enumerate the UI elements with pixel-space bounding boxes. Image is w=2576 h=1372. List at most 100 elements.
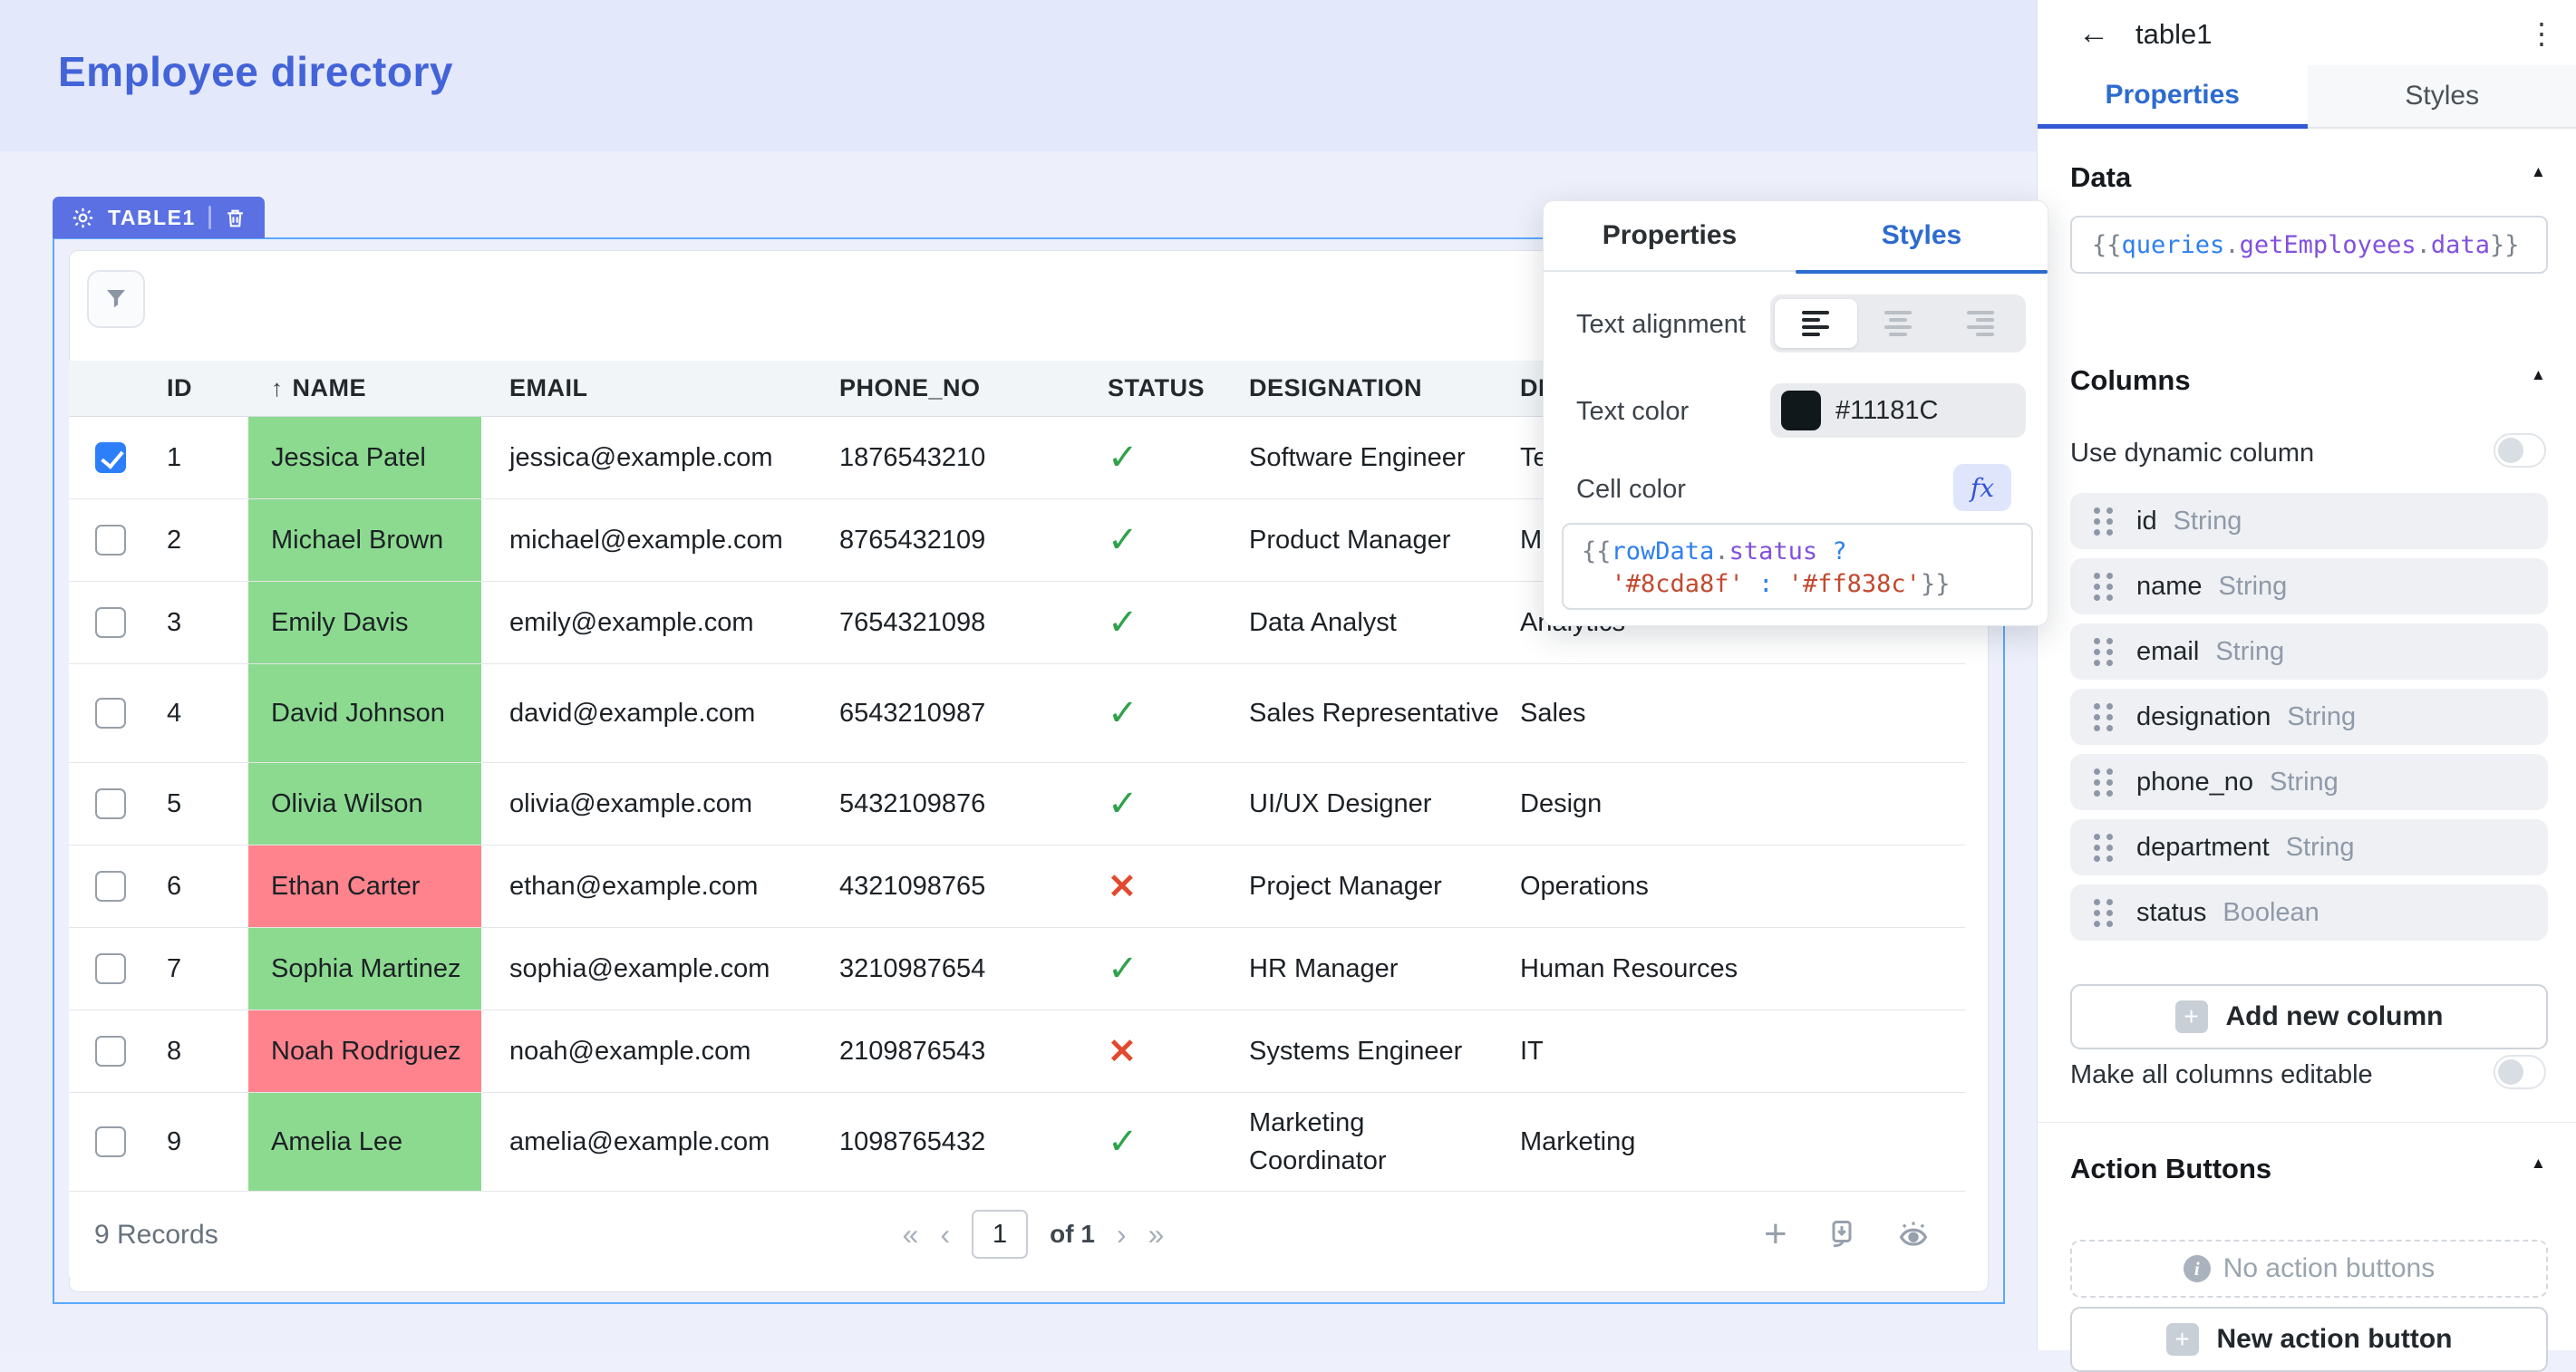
row-checkbox[interactable] xyxy=(95,525,126,556)
row-checkbox[interactable] xyxy=(95,953,126,984)
cell-phone-no: 1098765432 xyxy=(816,1093,1079,1192)
drag-handle-icon[interactable] xyxy=(2094,768,2100,775)
column-pill-type: String xyxy=(2219,572,2288,602)
next-page-button[interactable]: › xyxy=(1117,1218,1127,1251)
active-tab-underline xyxy=(1796,270,2048,274)
cell-status: ✓ xyxy=(1079,928,1224,1010)
info-icon: i xyxy=(2184,1255,2211,1282)
first-page-button[interactable]: « xyxy=(903,1218,919,1251)
filter-button[interactable] xyxy=(87,270,145,328)
column-pill-department[interactable]: departmentString xyxy=(2070,819,2548,875)
column-pill-status[interactable]: statusBoolean xyxy=(2070,884,2548,941)
plus-icon: + xyxy=(2175,1000,2208,1033)
action-buttons-collapse-icon[interactable]: ▲ xyxy=(2531,1155,2546,1173)
column-header-designation[interactable]: DESIGNATION xyxy=(1224,361,1505,417)
use-dynamic-column-toggle[interactable] xyxy=(2494,433,2546,468)
cell-status: ✕ xyxy=(1079,1010,1224,1093)
fx-button[interactable]: fx xyxy=(1953,464,2011,511)
row-checkbox[interactable] xyxy=(95,442,126,473)
editable-columns-label: Make all columns editable xyxy=(2070,1060,2373,1090)
new-action-button[interactable]: + New action button xyxy=(2070,1307,2548,1372)
prev-page-button[interactable]: ‹ xyxy=(940,1218,950,1251)
gear-icon[interactable] xyxy=(71,206,95,230)
row-checkbox[interactable] xyxy=(95,698,126,729)
kebab-menu-icon[interactable]: ⋮ xyxy=(2527,16,2556,51)
drag-handle-icon[interactable] xyxy=(2094,638,2100,644)
action-buttons-section-title[interactable]: Action Buttons xyxy=(2070,1153,2271,1185)
drag-handle-icon[interactable] xyxy=(2094,899,2100,905)
eye-icon[interactable] xyxy=(1896,1217,1931,1251)
row-checkbox[interactable] xyxy=(95,607,126,638)
row-checkbox[interactable] xyxy=(95,1126,126,1157)
cell-id: 8 xyxy=(152,1010,248,1093)
trash-icon[interactable] xyxy=(224,207,247,229)
align-right-button[interactable] xyxy=(1939,299,2021,348)
cell-designation: Sales Representative xyxy=(1224,664,1505,763)
cell-name: Jessica Patel xyxy=(248,417,481,499)
popover-tab-styles[interactable]: Styles xyxy=(1796,201,2048,270)
column-pill-type: String xyxy=(2270,768,2339,797)
filter-icon xyxy=(102,285,130,313)
column-pill-id[interactable]: idString xyxy=(2070,493,2548,549)
text-alignment-label: Text alignment xyxy=(1576,310,1746,340)
cell-id: 7 xyxy=(152,928,248,1010)
cell-phone-no: 5432109876 xyxy=(816,763,1079,845)
cell-email: ethan@example.com xyxy=(481,845,816,928)
pane-tab-properties[interactable]: Properties xyxy=(2038,65,2308,129)
columns-section-title[interactable]: Columns xyxy=(2070,364,2191,397)
check-icon: ✓ xyxy=(1108,692,1138,734)
text-color-label: Text color xyxy=(1576,397,1689,427)
cell-email: michael@example.com xyxy=(481,499,816,582)
column-pill-email[interactable]: emailString xyxy=(2070,623,2548,680)
records-count: 9 Records xyxy=(94,1220,218,1251)
cell-email: david@example.com xyxy=(481,664,816,763)
page-input[interactable] xyxy=(972,1210,1028,1259)
columns-collapse-icon[interactable]: ▲ xyxy=(2531,366,2546,384)
data-section-title[interactable]: Data xyxy=(2070,161,2131,194)
download-button[interactable] xyxy=(1825,1218,1858,1251)
text-color-swatch[interactable] xyxy=(1781,391,1821,430)
cell-email: olivia@example.com xyxy=(481,763,816,845)
column-pill-name: department xyxy=(2136,833,2270,863)
column-pill-phone_no[interactable]: phone_noString xyxy=(2070,754,2548,810)
row-checkbox[interactable] xyxy=(95,788,126,819)
column-header-phone_no[interactable]: PHONE_NO xyxy=(816,361,1079,417)
data-binding-input[interactable]: {{queries.getEmployees.data}} xyxy=(2070,216,2548,274)
data-collapse-icon[interactable]: ▲ xyxy=(2531,163,2546,181)
cell-name: Michael Brown xyxy=(248,499,481,582)
column-header-status[interactable]: STATUS xyxy=(1079,361,1224,417)
last-page-button[interactable]: » xyxy=(1148,1218,1165,1251)
pane-tab-styles[interactable]: Styles xyxy=(2308,65,2576,129)
align-center-button[interactable] xyxy=(1857,299,1940,348)
drag-handle-icon[interactable] xyxy=(2094,573,2100,579)
cell-designation: UI/UX Designer xyxy=(1224,763,1505,845)
row-checkbox-cell xyxy=(69,1093,152,1192)
table-footer-actions: + xyxy=(1764,1192,1931,1277)
cell-email: jessica@example.com xyxy=(481,417,816,499)
align-left-button[interactable] xyxy=(1775,299,1857,348)
column-header-email[interactable]: EMAIL xyxy=(481,361,816,417)
column-header-id[interactable]: ID xyxy=(152,361,248,417)
column-pill-name[interactable]: nameString xyxy=(2070,558,2548,614)
column-pill-designation[interactable]: designationString xyxy=(2070,689,2548,745)
drag-handle-icon[interactable] xyxy=(2094,507,2100,514)
text-color-input[interactable]: #11181C xyxy=(1770,383,2026,438)
table-widget-chip[interactable]: TABLE1 xyxy=(53,197,265,238)
pane-tab-bar: Properties Styles xyxy=(2038,65,2576,129)
column-pill-type: String xyxy=(2174,507,2242,536)
row-checkbox[interactable] xyxy=(95,871,126,902)
column-header-name[interactable]: ↑NAME xyxy=(248,361,481,417)
widget-name-title[interactable]: table1 xyxy=(2135,18,2212,51)
cell-email: emily@example.com xyxy=(481,582,816,664)
editable-columns-toggle[interactable] xyxy=(2494,1055,2546,1089)
align-center-icon xyxy=(1884,311,1912,336)
cell-color-code-editor[interactable]: {{rowData.status ? '#8cda8f' : '#ff838c'… xyxy=(1562,523,2033,610)
add-new-column-button[interactable]: + Add new column xyxy=(2070,984,2548,1049)
row-checkbox[interactable] xyxy=(95,1036,126,1067)
popover-tab-properties[interactable]: Properties xyxy=(1544,201,1796,270)
column-pill-name: designation xyxy=(2136,702,2271,732)
back-button[interactable]: ← xyxy=(2078,16,2109,52)
cell-id: 6 xyxy=(152,845,248,928)
drag-handle-icon[interactable] xyxy=(2094,834,2100,840)
drag-handle-icon[interactable] xyxy=(2094,703,2100,710)
